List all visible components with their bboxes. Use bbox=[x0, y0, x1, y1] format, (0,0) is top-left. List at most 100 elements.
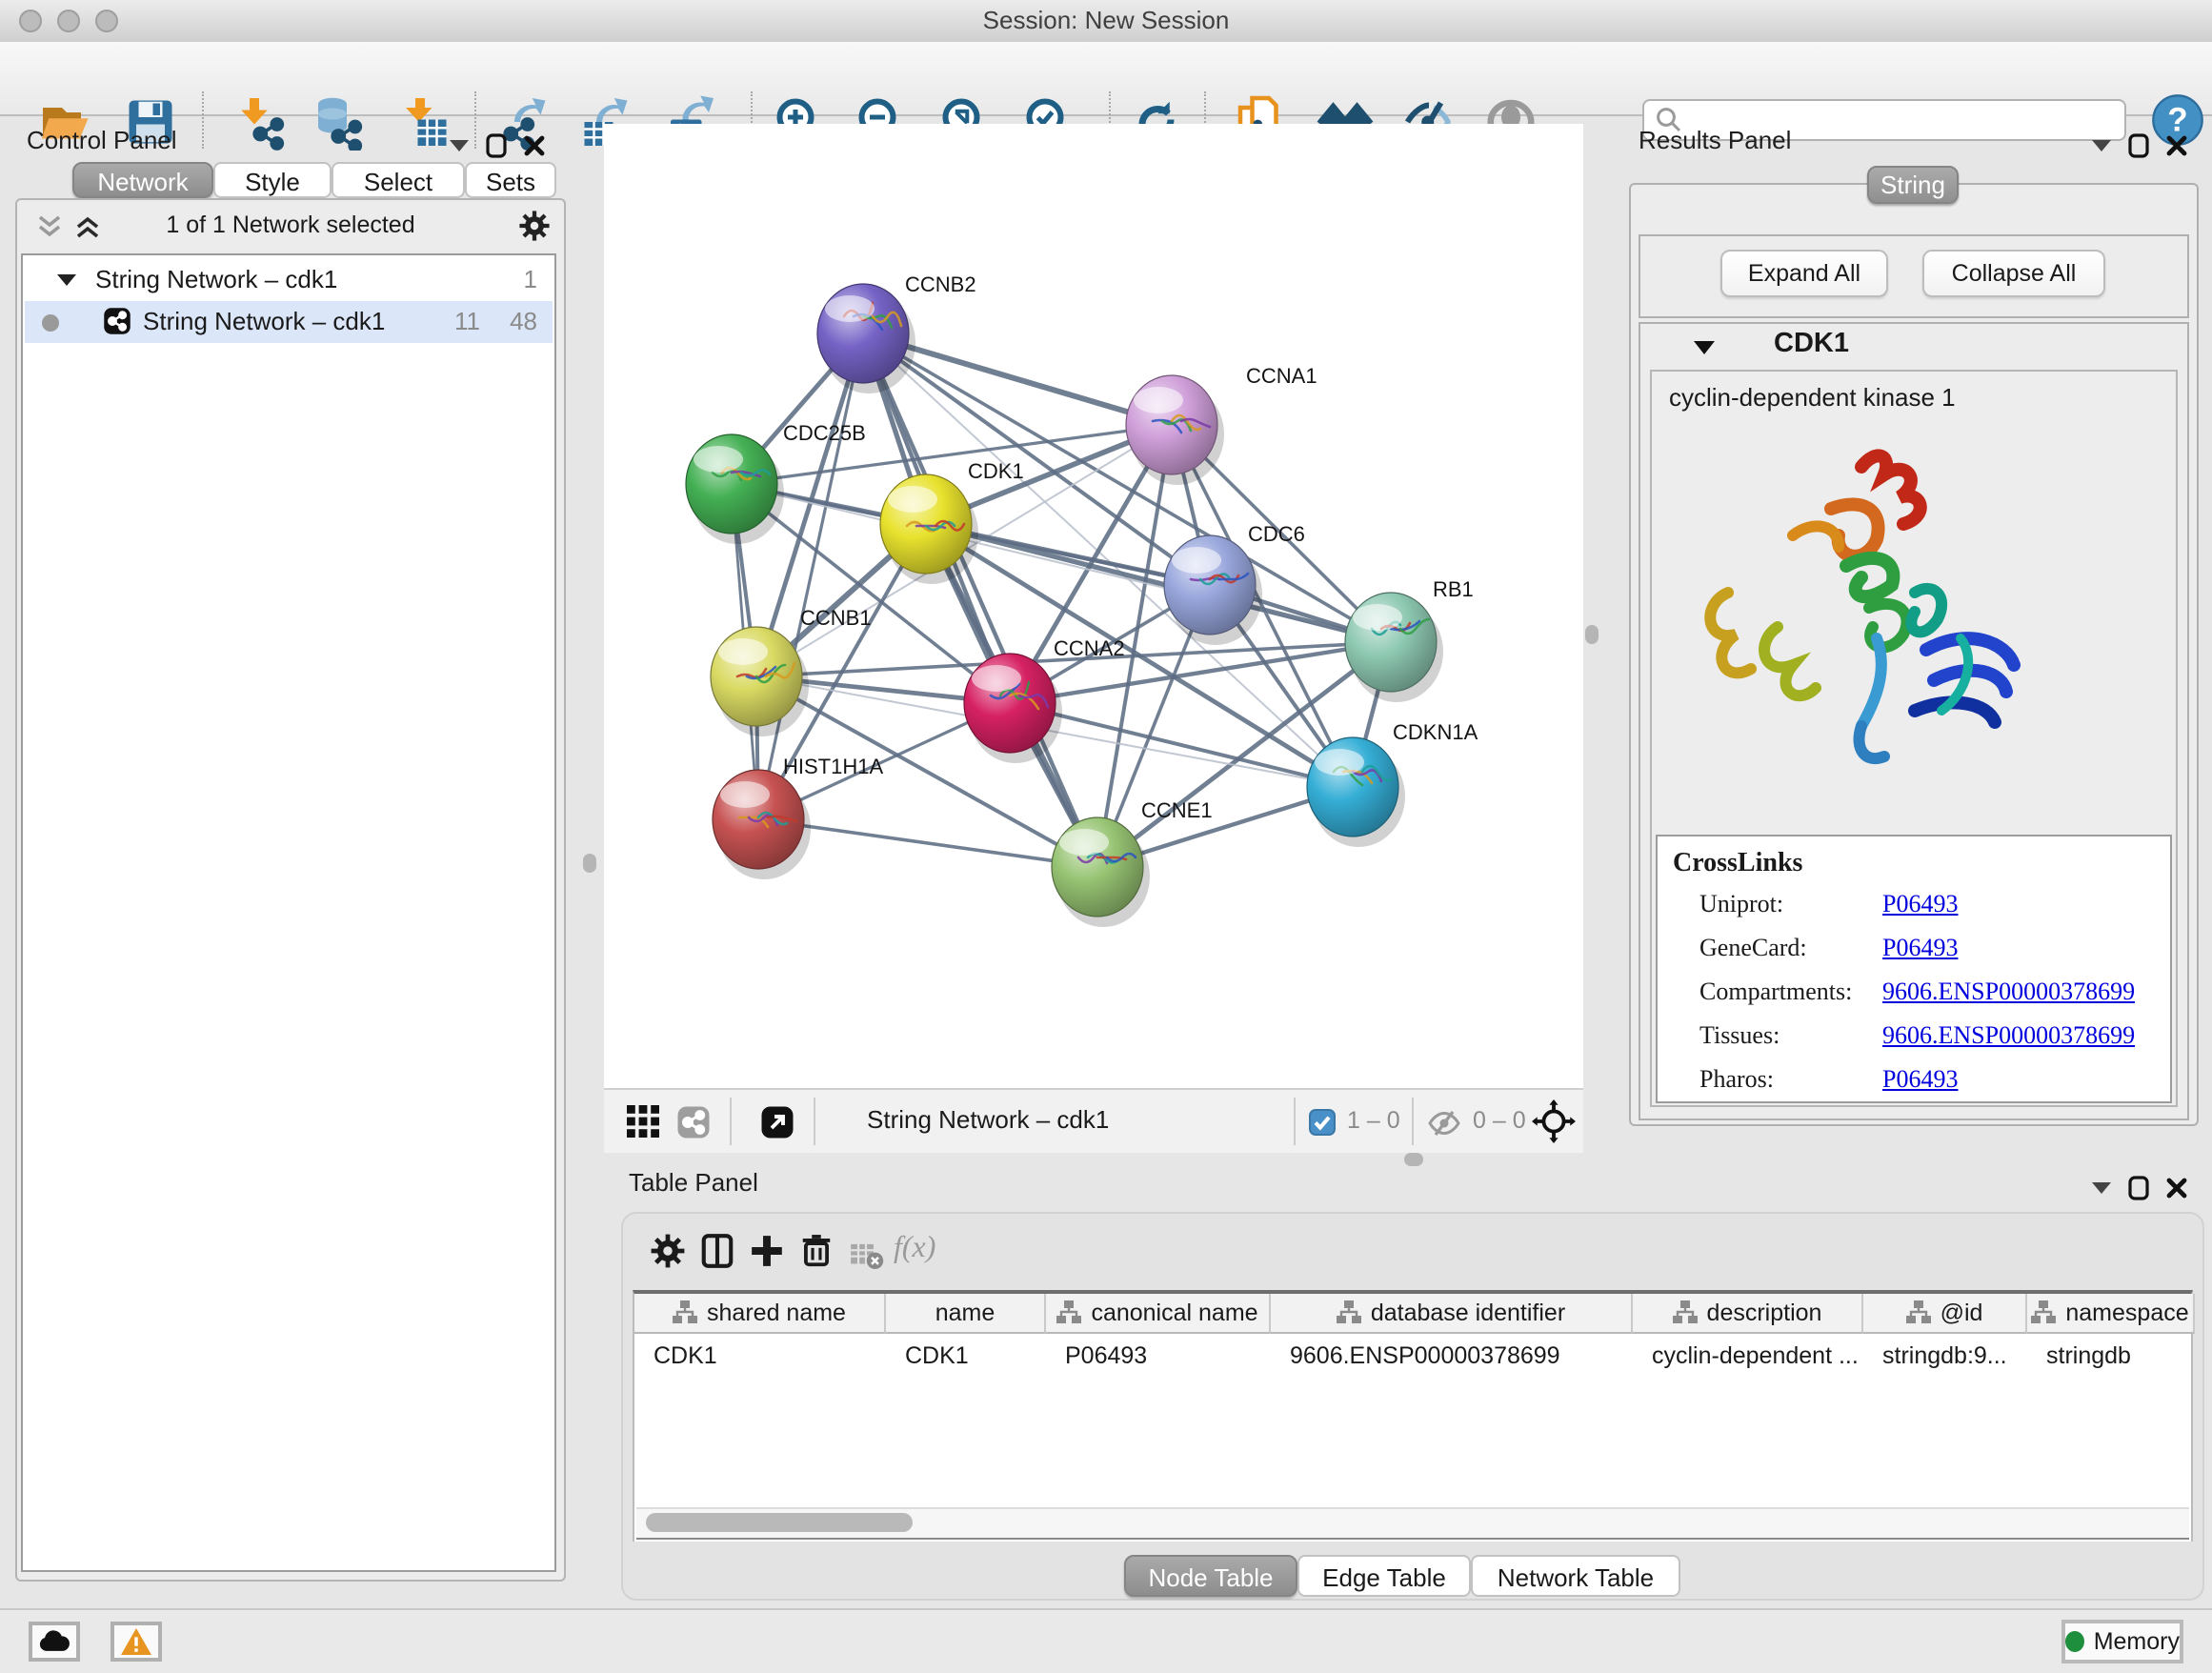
crosslinks-title: CrossLinks bbox=[1673, 848, 1802, 878]
tab-node-table[interactable]: Node Table bbox=[1124, 1555, 1297, 1597]
tab-network-table[interactable]: Network Table bbox=[1471, 1555, 1680, 1597]
close-panel-icon[interactable] bbox=[524, 135, 545, 156]
node-label-RB1: RB1 bbox=[1433, 577, 1474, 601]
node-CDKN1A[interactable] bbox=[1307, 737, 1405, 847]
selected-checkbox-icon[interactable] bbox=[1309, 1109, 1336, 1136]
expand-all-button[interactable]: Expand All bbox=[1720, 250, 1888, 297]
float-panel-icon[interactable] bbox=[2128, 133, 2149, 158]
network-node-count: 11 bbox=[454, 307, 480, 336]
network-collection-row[interactable]: String Network – cdk1 1 bbox=[25, 259, 553, 301]
column-header-canonical-name[interactable]: canonical name bbox=[1046, 1294, 1271, 1334]
node-CCNA1[interactable] bbox=[1126, 375, 1224, 485]
node-CCNB2[interactable] bbox=[817, 284, 915, 393]
column-header-name[interactable]: name bbox=[886, 1294, 1046, 1334]
column-header-description[interactable]: description bbox=[1633, 1294, 1863, 1334]
create-column-plus-icon[interactable] bbox=[749, 1233, 785, 1269]
column-header-database-identifier[interactable]: database identifier bbox=[1271, 1294, 1633, 1334]
cloud-service-button[interactable] bbox=[29, 1622, 80, 1662]
table-options-gear-icon[interactable] bbox=[650, 1233, 686, 1269]
float-menu-icon[interactable] bbox=[2092, 138, 2111, 153]
float-menu-icon[interactable] bbox=[450, 138, 469, 153]
node-CDC25B[interactable] bbox=[686, 434, 784, 544]
node-CDC6[interactable] bbox=[1164, 535, 1262, 645]
tab-style[interactable]: Style bbox=[213, 162, 332, 198]
open-in-new-window-icon[interactable] bbox=[760, 1105, 794, 1139]
warning-icon bbox=[121, 1628, 151, 1655]
delete-table-icon-disabled bbox=[848, 1237, 884, 1273]
crosslink-link[interactable]: P06493 bbox=[1882, 934, 1958, 962]
hierarchy-column-icon bbox=[1337, 1300, 1361, 1325]
network-canvas[interactable]: CCNB2CCNA1CDC25BCDK1CDC6RB1CCNB1CCNA2CDK… bbox=[604, 124, 1583, 1088]
table-panel-title: Table Panel bbox=[629, 1168, 758, 1198]
node-label-CDC25B: CDC25B bbox=[783, 421, 866, 445]
scrollbar-thumb[interactable] bbox=[646, 1513, 913, 1532]
import-network-database-button[interactable] bbox=[309, 93, 366, 151]
table-cell[interactable]: P06493 bbox=[1046, 1336, 1271, 1376]
tab-network[interactable]: Network bbox=[72, 162, 213, 198]
close-panel-icon[interactable] bbox=[2166, 135, 2187, 156]
network-tab-panel: 1 of 1 Network selected String Network –… bbox=[15, 198, 566, 1582]
hierarchy-column-icon bbox=[1056, 1300, 1081, 1325]
crosslink-link[interactable]: P06493 bbox=[1882, 1065, 1958, 1094]
node-label-CCNB1: CCNB1 bbox=[800, 606, 872, 630]
edge-CDK1-RB1[interactable] bbox=[926, 524, 1391, 642]
float-panel-icon[interactable] bbox=[2128, 1176, 2149, 1200]
cloud-icon bbox=[38, 1630, 70, 1653]
results-buttons-box: Expand All Collapse All bbox=[1639, 234, 2189, 318]
title-bar: Session: New Session bbox=[0, 0, 2212, 44]
edge-CCNB2-CCNE1[interactable] bbox=[863, 333, 1097, 867]
column-header-namespace[interactable]: namespace bbox=[2027, 1294, 2195, 1334]
string-network-graph[interactable]: CCNB2CCNA1CDC25BCDK1CDC6RB1CCNB1CCNA2CDK… bbox=[604, 124, 1583, 1088]
birds-eye-grid-icon[interactable] bbox=[627, 1105, 659, 1138]
table-cell[interactable]: 9606.ENSP00000378699 bbox=[1271, 1336, 1633, 1376]
window-title: Session: New Session bbox=[0, 6, 2212, 35]
crosslink-link[interactable]: 9606.ENSP00000378699 bbox=[1882, 1021, 2135, 1050]
node-table[interactable]: shared namenamecanonical namedatabase id… bbox=[633, 1290, 2193, 1542]
node-CDK1[interactable] bbox=[880, 474, 978, 584]
pan-crosshair-icon[interactable] bbox=[1532, 1099, 1576, 1143]
horizontal-scrollbar[interactable] bbox=[636, 1507, 2189, 1540]
string-results-panel: Expand All Collapse All CDK1 cyclin-depe… bbox=[1629, 183, 2199, 1126]
tab-edge-table[interactable]: Edge Table bbox=[1297, 1555, 1471, 1597]
cdk1-section: CDK1 cyclin-dependent kinase 1 bbox=[1639, 322, 2189, 1120]
node-RB1[interactable] bbox=[1345, 593, 1443, 702]
tab-sets[interactable]: Sets bbox=[465, 162, 556, 198]
table-cell[interactable]: stringdb bbox=[2027, 1336, 2195, 1376]
collection-network-count: 1 bbox=[524, 265, 537, 294]
tab-string[interactable]: String bbox=[1867, 166, 1959, 204]
node-CCNE1[interactable] bbox=[1052, 817, 1150, 927]
show-columns-icon[interactable] bbox=[699, 1233, 735, 1269]
memory-button[interactable]: Memory bbox=[2061, 1620, 2183, 1663]
crosslinks-box: CrossLinks Uniprot: P06493 GeneCard: P06… bbox=[1656, 835, 2172, 1103]
import-table-file-button[interactable] bbox=[396, 93, 453, 151]
table-cell[interactable]: cyclin-dependent ... bbox=[1633, 1336, 1863, 1376]
float-panel-icon[interactable] bbox=[486, 133, 507, 158]
collapse-all-button[interactable]: Collapse All bbox=[1922, 250, 2105, 297]
tab-select[interactable]: Select bbox=[332, 162, 465, 198]
network-label: String Network – cdk1 bbox=[143, 307, 385, 336]
tree-expand-arrow-icon[interactable] bbox=[57, 272, 76, 288]
node-CCNA2[interactable] bbox=[964, 654, 1062, 763]
network-options-gear-icon[interactable] bbox=[518, 210, 551, 242]
gene-description: cyclin-dependent kinase 1 bbox=[1669, 383, 1956, 413]
table-cell[interactable]: CDK1 bbox=[634, 1336, 886, 1376]
node-HIST1H1A[interactable] bbox=[713, 770, 811, 879]
network-row-selected[interactable]: String Network – cdk1 11 48 bbox=[25, 301, 553, 343]
column-header-@id[interactable]: @id bbox=[1863, 1294, 2027, 1334]
left-splitter-handle[interactable] bbox=[583, 854, 596, 873]
horizontal-splitter-handle[interactable] bbox=[1404, 1153, 1423, 1166]
section-collapse-arrow-icon[interactable] bbox=[1694, 339, 1715, 356]
hierarchy-column-icon bbox=[673, 1300, 697, 1325]
float-menu-icon[interactable] bbox=[2092, 1180, 2111, 1196]
warnings-button[interactable] bbox=[111, 1622, 162, 1662]
crosslink-link[interactable]: P06493 bbox=[1882, 890, 1958, 918]
close-panel-icon[interactable] bbox=[2166, 1178, 2187, 1199]
delete-column-trash-icon[interactable] bbox=[798, 1233, 835, 1269]
import-network-file-button[interactable] bbox=[231, 93, 288, 151]
table-cell[interactable]: CDK1 bbox=[886, 1336, 1046, 1376]
crosslink-link[interactable]: 9606.ENSP00000378699 bbox=[1882, 978, 2135, 1006]
column-header-shared-name[interactable]: shared name bbox=[634, 1294, 886, 1334]
table-cell[interactable]: stringdb:9... bbox=[1863, 1336, 2027, 1376]
share-view-icon[interactable] bbox=[676, 1105, 711, 1139]
right-splitter-handle[interactable] bbox=[1585, 625, 1599, 644]
